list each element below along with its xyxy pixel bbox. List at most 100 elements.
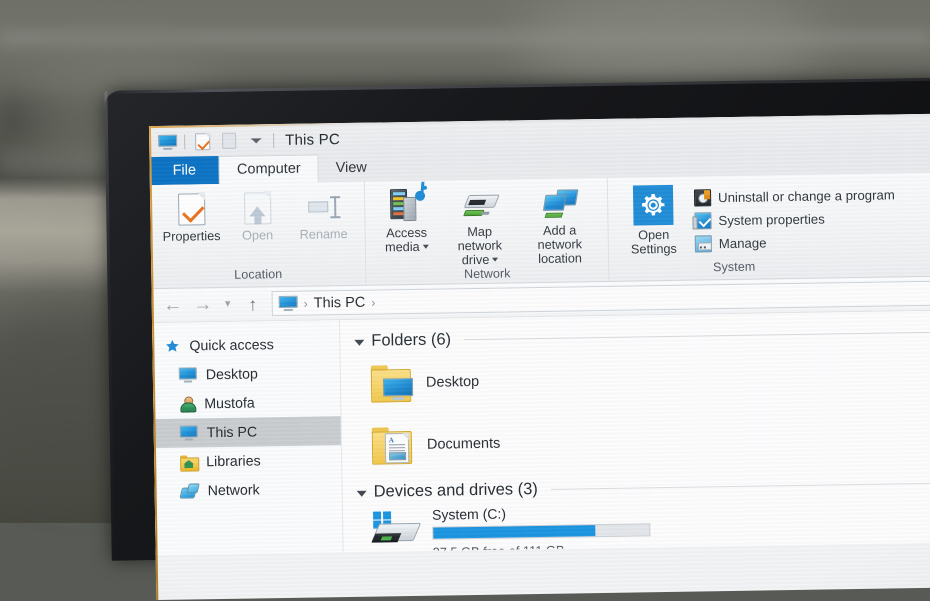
title-bar-divider-1 — [184, 134, 186, 150]
tab-view[interactable]: View — [318, 154, 384, 182]
open-settings-button[interactable]: Open Settings — [622, 183, 685, 257]
sidebar-item-network[interactable]: Network — [154, 474, 341, 506]
add-network-location-icon — [542, 186, 579, 221]
drive-item-system-c[interactable]: System (C:) 27.5 GB free of 111 GB — [357, 500, 708, 552]
sidebar-item-quick-access[interactable]: Quick access — [152, 329, 339, 361]
ribbon: Properties Open Rename Location Access m… — [149, 171, 930, 290]
ribbon-group-network: Access media Map network drive Add a net… — [363, 177, 609, 285]
up-button[interactable]: ↑ — [240, 291, 266, 317]
section-rule — [464, 330, 930, 341]
folder-label-desktop: Desktop — [425, 373, 480, 391]
map-network-drive-button[interactable]: Map network drive — [441, 185, 518, 267]
manage-button[interactable]: Manage — [694, 232, 896, 253]
sidebar-label-quick-access: Quick access — [189, 336, 274, 354]
section-title-folders: Folders (6) — [371, 330, 452, 350]
explorer-body: Quick access Desktop Mustofa This PC Lib… — [152, 309, 930, 556]
sidebar-label-desktop: Desktop — [205, 365, 259, 383]
add-network-location-button[interactable]: Add a network location — [521, 184, 598, 266]
chevron-down-icon — [422, 244, 429, 249]
new-folder-glyph — [222, 132, 237, 149]
this-pc-glyph — [157, 134, 177, 150]
drive-free-text-system-c: 27.5 GB free of 111 GB — [432, 542, 565, 553]
properties-button[interactable]: Properties — [160, 190, 223, 244]
this-pc-icon — [278, 295, 298, 311]
ribbon-group-label-network: Network — [463, 266, 511, 282]
breadcrumb-separator: › — [303, 296, 308, 311]
sidebar-item-desktop[interactable]: Desktop — [153, 358, 340, 390]
sidebar-label-this-pc: This PC — [206, 423, 258, 441]
breadcrumb-item-this-pc[interactable]: This PC — [314, 294, 366, 311]
uninstall-program-label: Uninstall or change a program — [717, 187, 895, 206]
system-properties-icon — [694, 212, 712, 230]
rename-icon — [306, 190, 341, 225]
star-icon — [164, 338, 180, 354]
sidebar-label-libraries: Libraries — [206, 452, 261, 470]
map-network-drive-icon — [462, 188, 500, 223]
uninstall-program-button[interactable]: Uninstall or change a program — [693, 186, 895, 207]
sidebar-label-mustofa: Mustofa — [204, 394, 255, 412]
drive-usage-bar-system-c — [432, 523, 651, 540]
system-properties-label: System properties — [718, 211, 825, 229]
folder-label-documents: Documents — [426, 435, 501, 453]
properties-icon — [174, 192, 209, 227]
sidebar-label-network: Network — [207, 481, 260, 499]
folders-grid: Desktop A Documents — [355, 342, 930, 477]
libraries-folder-icon — [180, 455, 197, 469]
access-media-icon — [389, 189, 426, 224]
ribbon-group-location: Properties Open Rename Location — [150, 182, 366, 288]
chevron-down-icon — [356, 490, 367, 497]
network-icon — [181, 483, 199, 498]
access-media-button[interactable]: Access media — [375, 187, 438, 255]
chevron-down-icon — [492, 257, 499, 262]
sidebar-item-mustofa[interactable]: Mustofa — [153, 387, 340, 419]
properties-label: Properties — [162, 228, 221, 244]
desktop-monitor-icon — [178, 367, 197, 383]
recent-locations-button[interactable]: ▾ — [220, 291, 236, 317]
chevron-down-icon — [354, 339, 365, 346]
folder-item-documents[interactable]: A Documents — [355, 409, 706, 476]
section-title-drives: Devices and drives (3) — [373, 480, 538, 501]
open-icon — [240, 191, 275, 226]
tab-file[interactable]: File — [149, 155, 220, 186]
customize-quick-access-icon[interactable] — [246, 130, 266, 150]
open-label: Open — [242, 228, 274, 243]
tab-computer[interactable]: Computer — [218, 154, 319, 184]
open-button[interactable]: Open — [226, 189, 289, 243]
folder-item-desktop[interactable]: Desktop — [355, 347, 706, 414]
manage-icon — [694, 235, 712, 253]
system-properties-button[interactable]: System properties — [694, 209, 895, 230]
window-title: This PC — [285, 130, 341, 149]
content-pane: Folders (6) Desktop A Documents Devices … — [340, 309, 930, 552]
this-pc-icon — [179, 425, 198, 441]
chevron-down-icon — [251, 137, 262, 143]
settings-gear-icon — [632, 184, 674, 226]
ribbon-group-label-system: System — [712, 259, 756, 275]
documents-folder-icon: A — [371, 426, 417, 465]
system-commands-list: Uninstall or change a program System pro… — [693, 179, 896, 253]
this-pc-icon[interactable] — [157, 132, 177, 152]
sidebar-item-this-pc[interactable]: This PC — [153, 416, 341, 449]
back-button[interactable]: ← — [160, 292, 186, 318]
drive-label-system-c: System (C:) — [431, 505, 507, 523]
sidebar-item-libraries[interactable]: Libraries — [154, 445, 341, 477]
section-rule — [550, 481, 930, 490]
user-icon — [179, 396, 195, 412]
desktop-folder-icon — [370, 364, 416, 403]
rename-label: Rename — [299, 226, 348, 242]
ribbon-group-system: Open Settings Uninstall or change a prog… — [606, 171, 930, 281]
properties-icon[interactable] — [192, 131, 212, 151]
navigation-pane: Quick access Desktop Mustofa This PC Lib… — [152, 320, 344, 556]
forward-button[interactable]: → — [190, 292, 216, 318]
rename-button[interactable]: Rename — [292, 188, 355, 242]
access-media-label: Access media — [384, 225, 428, 255]
breadcrumb-separator-end[interactable]: › — [371, 295, 375, 309]
new-folder-icon[interactable] — [219, 131, 239, 151]
manage-label: Manage — [718, 235, 767, 252]
title-bar-divider-2 — [273, 132, 275, 148]
drives-grid: System (C:) 27.5 GB free of 111 GB — [357, 495, 930, 552]
ribbon-group-label-location: Location — [234, 267, 283, 282]
monitor-bezel: This PC File Computer View Properties Op… — [104, 77, 930, 601]
add-network-location-label: Add a network location — [537, 223, 583, 266]
uninstall-program-icon — [693, 189, 712, 207]
properties-glyph — [194, 132, 210, 150]
